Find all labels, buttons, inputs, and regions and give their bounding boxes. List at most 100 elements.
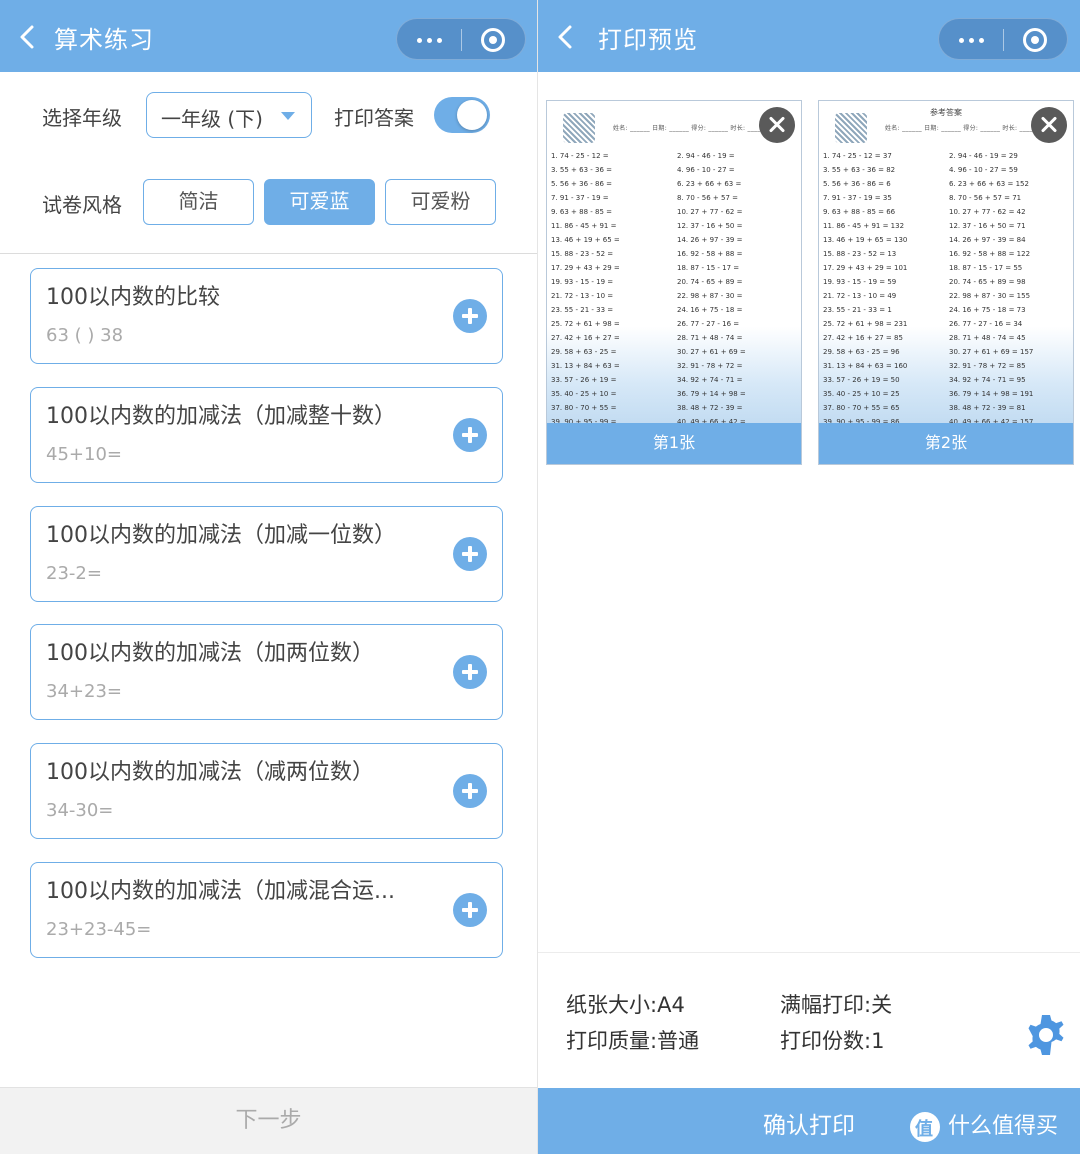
qr-code-image <box>563 113 595 143</box>
problem-line: 26. 77 - 27 - 16 = 34 <box>949 320 1023 328</box>
close-circle-icon[interactable] <box>1023 28 1047 52</box>
topic-title: 100以内数的比较 <box>46 285 220 310</box>
problem-line: 40. 49 + 66 + 42 = 157 <box>949 418 1034 423</box>
topic-card[interactable]: 100以内数的加减法（加两位数） 34+23= <box>30 624 503 720</box>
problem-line: 13. 46 + 19 + 65 = 130 <box>823 236 908 244</box>
print-answer-toggle[interactable] <box>434 97 490 133</box>
grade-value: 一年级 (下) <box>161 107 263 131</box>
close-icon[interactable] <box>1031 107 1067 143</box>
problem-line: 2. 94 - 46 - 19 = <box>677 152 735 160</box>
full-print: 满幅打印:关 <box>780 993 893 1017</box>
topic-example: 34-30= <box>46 800 114 821</box>
problem-line: 31. 13 + 84 + 63 = 160 <box>823 362 908 370</box>
page-title: 打印预览 <box>598 26 698 54</box>
topic-title: 100以内数的加减法（加减整十数） <box>46 404 396 429</box>
print-quality: 打印质量:普通 <box>566 1029 700 1053</box>
problem-line: 37. 80 - 70 + 55 = <box>551 404 617 412</box>
problem-line: 1. 74 - 25 - 12 = <box>551 152 609 160</box>
more-dots-icon[interactable] <box>415 31 445 49</box>
problem-line: 17. 29 + 43 + 29 = <box>551 264 620 272</box>
sheet-fields: 姓名: ______ 日期: ______ 得分: ______ 时长: ___… <box>885 125 1040 132</box>
print-settings: 纸张大小:A4 满幅打印:关 打印质量:普通 打印份数:1 <box>538 952 1080 1088</box>
more-dots-icon[interactable] <box>957 31 987 49</box>
problem-column: 1. 74 - 25 - 12 = 3. 55 + 63 - 36 = 5. 56 … <box>551 149 620 423</box>
problem-line: 20. 74 - 65 + 89 = 98 <box>949 278 1026 286</box>
plus-icon[interactable] <box>453 537 487 571</box>
plus-icon[interactable] <box>453 299 487 333</box>
topic-title: 100以内数的加减法（加减混合运... <box>46 879 395 904</box>
problem-line: 34. 92 + 74 - 71 = <box>677 376 743 384</box>
watermark: 什么值得买 <box>910 1108 1058 1142</box>
problem-line: 18. 87 - 15 - 17 = <box>677 264 740 272</box>
style-label: 试卷风格 <box>42 193 122 217</box>
problem-line: 11. 86 - 45 + 91 = <box>551 222 617 230</box>
problem-line: 17. 29 + 43 + 29 = 101 <box>823 264 908 272</box>
close-circle-icon[interactable] <box>481 28 505 52</box>
problem-line: 4. 96 - 10 - 27 = <box>677 166 735 174</box>
problem-line: 33. 57 - 26 + 19 = <box>551 376 617 384</box>
plus-icon[interactable] <box>453 655 487 689</box>
sheet-label: 第2张 <box>819 423 1073 464</box>
problem-line: 14. 26 + 97 - 39 = 84 <box>949 236 1026 244</box>
paper-size: 纸张大小:A4 <box>566 993 685 1017</box>
problem-line: 35. 40 - 25 + 10 = <box>551 390 617 398</box>
plus-icon[interactable] <box>453 418 487 452</box>
problem-line: 23. 55 - 21 - 33 = <box>551 306 614 314</box>
topic-card[interactable]: 100以内数的加减法（减两位数） 34-30= <box>30 743 503 839</box>
problem-line: 27. 42 + 16 + 27 = <box>551 334 620 342</box>
problem-line: 22. 98 + 87 - 30 = 155 <box>949 292 1031 300</box>
problem-line: 3. 55 + 63 - 36 = <box>551 166 613 174</box>
back-arrow-icon[interactable] <box>14 22 42 52</box>
preview-sheet[interactable]: 姓名: ______ 日期: ______ 得分: ______ 时长: ___… <box>546 100 802 465</box>
problem-line: 38. 48 + 72 - 39 = <box>677 404 743 412</box>
confirm-print-button[interactable]: 确认打印 什么值得买 <box>538 1088 1080 1154</box>
problem-line: 10. 27 + 77 - 62 = <box>677 208 743 216</box>
problem-line: 33. 57 - 26 + 19 = 50 <box>823 376 900 384</box>
style-button-simple[interactable]: 简洁 <box>143 179 254 225</box>
problem-line: 3. 55 + 63 - 36 = 82 <box>823 166 896 174</box>
problem-line: 21. 72 - 13 - 10 = 49 <box>823 292 897 300</box>
plus-icon[interactable] <box>453 774 487 808</box>
topic-title: 100以内数的加减法（减两位数） <box>46 760 374 785</box>
grade-select[interactable]: 一年级 (下) <box>146 92 312 138</box>
topic-example: 23+23-45= <box>46 919 152 940</box>
preview-sheet[interactable]: 参考答案 姓名: ______ 日期: ______ 得分: ______ 时长… <box>818 100 1074 465</box>
plus-icon[interactable] <box>453 893 487 927</box>
topic-card[interactable]: 100以内数的加减法（加减一位数） 23-2= <box>30 506 503 602</box>
problem-line: 8. 70 - 56 + 57 = 71 <box>949 194 1022 202</box>
problem-line: 30. 27 + 61 + 69 = 157 <box>949 348 1034 356</box>
preview-area: 姓名: ______ 日期: ______ 得分: ______ 时长: ___… <box>538 72 1080 952</box>
gear-icon[interactable] <box>1024 1013 1068 1057</box>
problem-line: 6. 23 + 66 + 63 = <box>677 180 742 188</box>
topic-card[interactable]: 100以内数的比较 63 ( ) 38 <box>30 268 503 364</box>
next-step-button[interactable]: 下一步 <box>0 1087 537 1154</box>
problem-line: 40. 49 + 66 + 42 = <box>677 418 746 423</box>
problem-line: 36. 79 + 14 + 98 = 191 <box>949 390 1034 398</box>
close-icon[interactable] <box>759 107 795 143</box>
topic-example: 34+23= <box>46 681 122 702</box>
problem-line: 39. 90 + 95 - 99 = 86 <box>823 418 900 423</box>
answer-column: 2. 94 - 46 - 19 = 29 4. 96 - 10 - 27 = 59… <box>949 149 1033 423</box>
style-button-cute-pink[interactable]: 可爱粉 <box>385 179 496 225</box>
problem-line: 29. 58 + 63 - 25 = <box>551 348 617 356</box>
problem-line: 20. 74 - 65 + 89 = <box>677 278 743 286</box>
problem-line: 38. 48 + 72 - 39 = 81 <box>949 404 1026 412</box>
topic-title: 100以内数的加减法（加减一位数） <box>46 523 396 548</box>
back-arrow-icon[interactable] <box>552 22 580 52</box>
topic-example: 23-2= <box>46 563 102 584</box>
worksheet-paper: 参考答案 姓名: ______ 日期: ______ 得分: ______ 时长… <box>819 101 1073 423</box>
mini-program-capsule <box>938 18 1068 60</box>
style-button-cute-blue[interactable]: 可爱蓝 <box>264 179 375 225</box>
problem-line: 23. 55 - 21 - 33 = 1 <box>823 306 892 314</box>
topic-card[interactable]: 100以内数的加减法（加减混合运... 23+23-45= <box>30 862 503 958</box>
topic-card[interactable]: 100以内数的加减法（加减整十数） 45+10= <box>30 387 503 483</box>
problem-line: 16. 92 - 58 + 88 = 122 <box>949 250 1031 258</box>
problem-line: 34. 92 + 74 - 71 = 95 <box>949 376 1026 384</box>
problem-line: 26. 77 - 27 - 16 = <box>677 320 740 328</box>
navbar: 算术练习 <box>0 0 537 72</box>
problem-line: 18. 87 - 15 - 17 = 55 <box>949 264 1023 272</box>
mini-program-capsule <box>396 18 526 60</box>
print-preview-page: 打印预览 姓名: ______ 日期: ______ 得分: ______ 时长… <box>538 0 1080 1154</box>
problem-line: 39. 90 + 95 - 99 = <box>551 418 617 423</box>
problem-line: 32. 91 - 78 + 72 = 85 <box>949 362 1026 370</box>
